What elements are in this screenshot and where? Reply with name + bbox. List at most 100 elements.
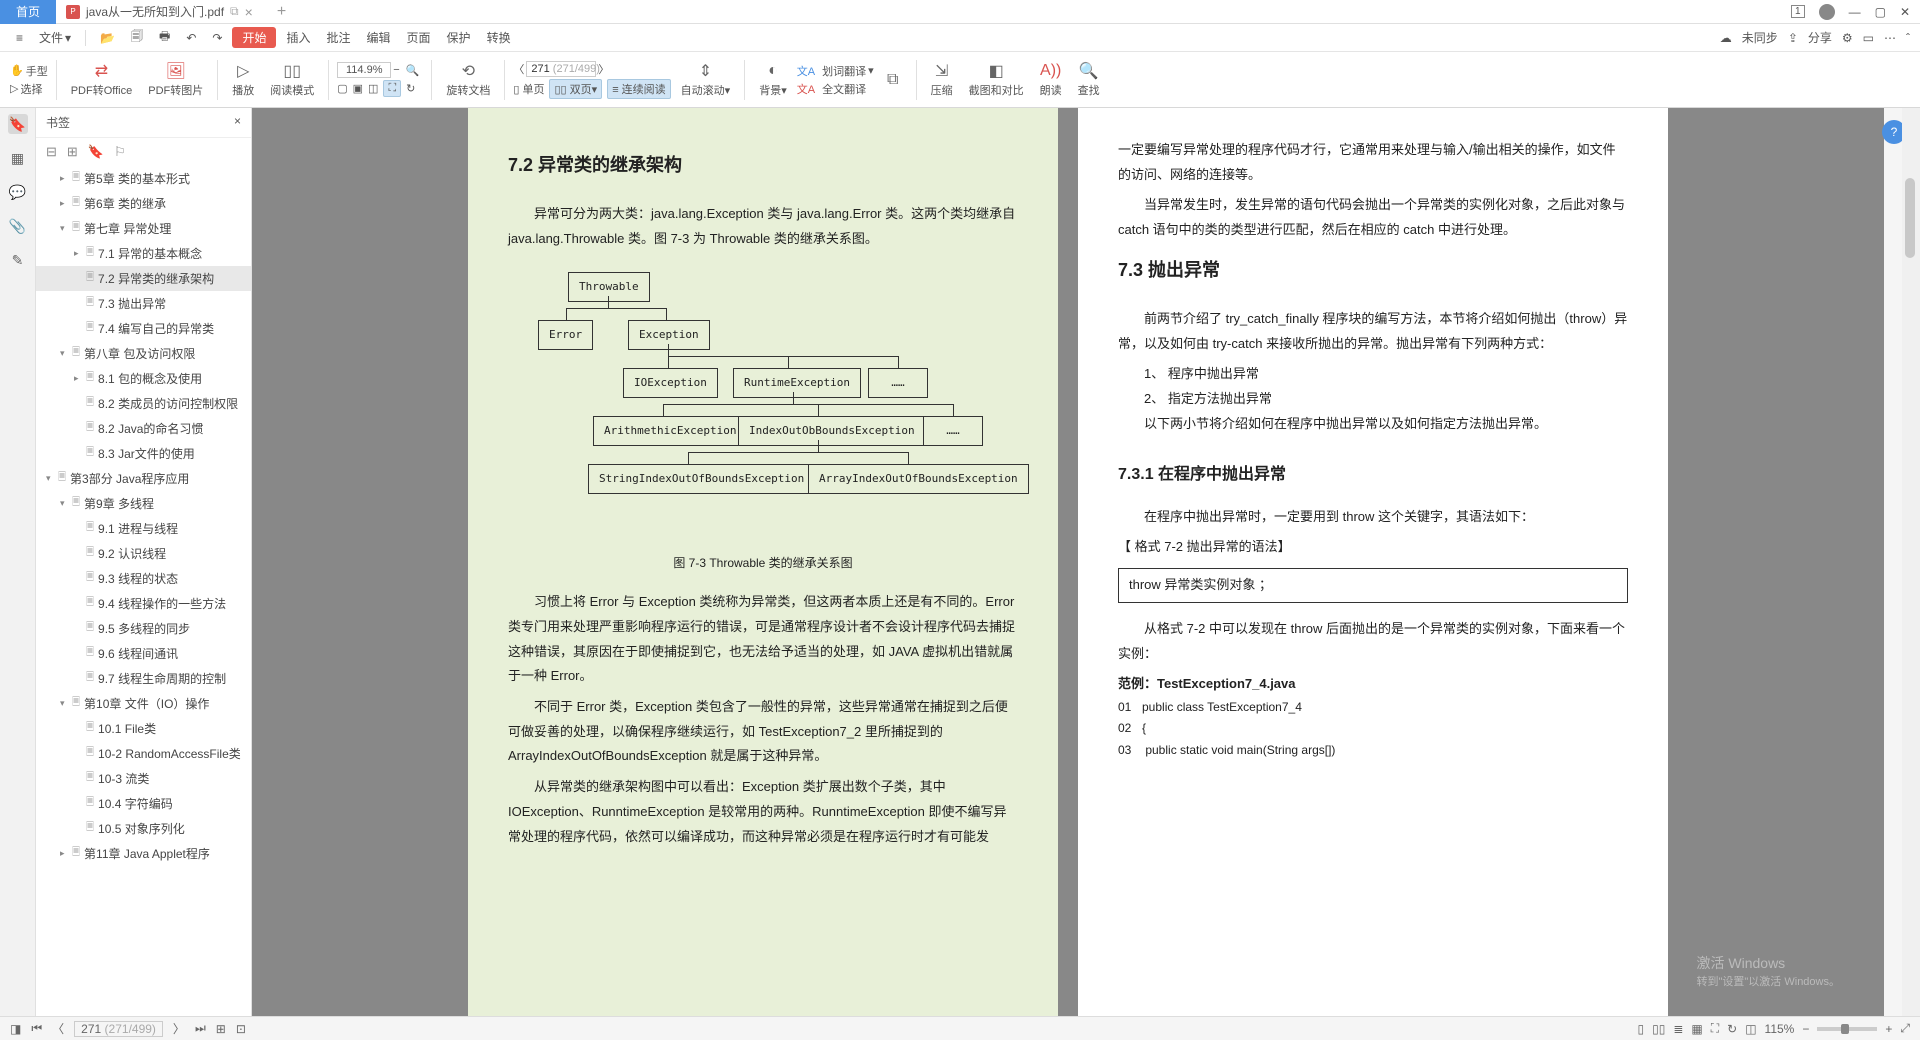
- menu-protect[interactable]: 保护: [441, 27, 477, 48]
- add-tab-icon[interactable]: +: [277, 3, 286, 21]
- thumbnail-panel-icon[interactable]: ▦: [8, 148, 28, 168]
- close-tab-icon[interactable]: ×: [245, 4, 253, 20]
- close-window-icon[interactable]: ✕: [1900, 5, 1910, 19]
- zoom-out-icon[interactable]: −: [393, 64, 399, 76]
- bookmark-item[interactable]: ▸🗏7.1 异常的基本概念: [36, 241, 251, 266]
- compress[interactable]: ⇲压缩: [925, 56, 959, 104]
- bookmark-item[interactable]: ▾🗏第八章 包及访问权限: [36, 341, 251, 366]
- collapse-all-icon[interactable]: ⊟: [46, 144, 57, 160]
- bookmark-item[interactable]: 🗏9.7 线程生命周期的控制: [36, 666, 251, 691]
- extract[interactable]: ⧉: [878, 56, 908, 104]
- fit-icon[interactable]: ⛶: [1711, 1021, 1719, 1036]
- double-view-icon[interactable]: ▯▯: [1652, 1022, 1665, 1036]
- print-icon[interactable]: 🖶: [153, 25, 176, 50]
- marquee-zoom-icon[interactable]: ⛶: [383, 80, 401, 97]
- prev-page-status-icon[interactable]: 〈: [52, 1020, 64, 1037]
- select-tool[interactable]: ▷选择: [10, 81, 48, 97]
- zoom-input[interactable]: 114.9%: [337, 62, 391, 78]
- first-page-icon[interactable]: ⏮: [31, 1021, 42, 1036]
- bookmark-item[interactable]: 🗏7.4 编写自己的异常类: [36, 316, 251, 341]
- double-page[interactable]: ▯▯ 双页▾: [549, 79, 602, 99]
- bookmark-item[interactable]: ▾🗏第3部分 Java程序应用: [36, 466, 251, 491]
- comment-panel-icon[interactable]: 💬: [8, 182, 28, 202]
- zoom-in-icon[interactable]: 🔍: [406, 64, 420, 77]
- pdf-to-image[interactable]: 🖼PDF转图片: [142, 56, 209, 104]
- continuous-view-icon[interactable]: ≣: [1673, 1022, 1683, 1036]
- bookmark-settings-icon[interactable]: ⚐: [114, 144, 126, 160]
- sync-label[interactable]: 未同步: [1742, 29, 1778, 46]
- close-panel-icon[interactable]: ×: [234, 114, 241, 131]
- continuous-read[interactable]: ≡ 连续阅读: [607, 79, 670, 99]
- expand-all-icon[interactable]: ⊞: [67, 144, 78, 160]
- menu-convert[interactable]: 转换: [481, 27, 517, 48]
- menu-edit[interactable]: 编辑: [361, 27, 397, 48]
- bookmark-item[interactable]: 🗏9.1 进程与线程: [36, 516, 251, 541]
- zoom-out-status-icon[interactable]: −: [1802, 1022, 1809, 1036]
- bookmark-item[interactable]: ▸🗏第6章 类的继承: [36, 191, 251, 216]
- single-page[interactable]: ▯ 单页: [513, 81, 544, 97]
- fit-page-icon[interactable]: ▣: [353, 82, 363, 95]
- pdf-to-office[interactable]: ⇄PDF转Office: [65, 56, 139, 104]
- word-translate[interactable]: 文A 划词翻译▾: [797, 63, 874, 79]
- rotate-doc[interactable]: ⟲旋转文档: [440, 56, 496, 104]
- document-tab[interactable]: P java从一无所知到入门.pdf ⧉ ×: [56, 3, 263, 20]
- bookmark-item[interactable]: 🗏8.2 Java的命名习惯: [36, 416, 251, 441]
- bookmark-item[interactable]: 🗏10.5 对象序列化: [36, 816, 251, 841]
- restore-tab-icon[interactable]: ⧉: [230, 4, 239, 19]
- single-view-icon[interactable]: ▯: [1638, 1022, 1645, 1036]
- bookmark-item[interactable]: 🗏9.3 线程的状态: [36, 566, 251, 591]
- view-mode-a-icon[interactable]: ⊞: [216, 1022, 226, 1036]
- bookmark-item[interactable]: 🗏10.1 File类: [36, 716, 251, 741]
- auto-scroll[interactable]: ⇕自动滚动▾: [675, 56, 737, 104]
- rotate-view-icon[interactable]: ↻: [406, 82, 415, 95]
- bookmark-item[interactable]: 🗏9.6 线程间通讯: [36, 641, 251, 666]
- zoom-slider[interactable]: [1817, 1027, 1877, 1031]
- bookmark-item[interactable]: 🗏10-3 流类: [36, 766, 251, 791]
- actual-size-icon[interactable]: ◫: [368, 82, 378, 95]
- page-status[interactable]: 271 (271/499): [74, 1021, 163, 1037]
- bookmark-item[interactable]: ▸🗏第11章 Java Applet程序: [36, 841, 251, 866]
- compare[interactable]: ◧截图和对比: [963, 56, 1030, 104]
- menu-page[interactable]: 页面: [401, 27, 437, 48]
- fullscreen-icon[interactable]: ⤢: [1900, 1021, 1910, 1036]
- more-icon[interactable]: ⋯: [1884, 31, 1896, 45]
- zoom-status[interactable]: 115%: [1765, 1022, 1795, 1036]
- signature-panel-icon[interactable]: ✎: [8, 250, 28, 270]
- menu-file[interactable]: 文件 ▾: [33, 27, 77, 48]
- full-translate[interactable]: 文A 全文翻译: [797, 81, 874, 97]
- bookmark-item[interactable]: 🗏9.2 认识线程: [36, 541, 251, 566]
- hand-tool[interactable]: ✋手型: [10, 63, 48, 79]
- attachment-panel-icon[interactable]: 📎: [8, 216, 28, 236]
- open-icon[interactable]: 📂: [94, 29, 121, 47]
- collapse-ribbon-icon[interactable]: ˆ: [1906, 31, 1910, 45]
- bookmark-item[interactable]: 🗏9.5 多线程的同步: [36, 616, 251, 641]
- bookmark-item[interactable]: ▾🗏第10章 文件（IO）操作: [36, 691, 251, 716]
- bookmark-item[interactable]: ▾🗏第七章 异常处理: [36, 216, 251, 241]
- share-label[interactable]: 分享: [1808, 29, 1832, 46]
- window-number-icon[interactable]: 1: [1791, 5, 1805, 18]
- read-aloud[interactable]: A))朗读: [1034, 56, 1068, 104]
- next-page-status-icon[interactable]: 〉: [173, 1020, 185, 1037]
- bookmark-item[interactable]: 🗏10.4 字符编码: [36, 791, 251, 816]
- rotate-status-icon[interactable]: ↻: [1727, 1022, 1737, 1036]
- share-icon[interactable]: ⇪: [1788, 31, 1798, 45]
- vertical-scrollbar[interactable]: [1902, 108, 1920, 1016]
- bookmark-item[interactable]: 🗏8.3 Jar文件的使用: [36, 441, 251, 466]
- menu-insert[interactable]: 插入: [280, 27, 316, 48]
- maximize-icon[interactable]: ▢: [1875, 5, 1886, 19]
- zoom-in-status-icon[interactable]: +: [1885, 1022, 1892, 1036]
- toggle-side-icon[interactable]: ◨: [10, 1022, 21, 1036]
- bookmark-item[interactable]: ▸🗏8.1 包的概念及使用: [36, 366, 251, 391]
- scroll-thumb[interactable]: [1905, 178, 1915, 258]
- bookmark-item[interactable]: 🗏7.2 异常类的继承架构: [36, 266, 251, 291]
- bookmark-panel-icon[interactable]: 🔖: [8, 114, 28, 134]
- grid-view-icon[interactable]: ▦: [1691, 1022, 1702, 1036]
- redo-icon[interactable]: ↷: [206, 29, 228, 47]
- add-bookmark-icon[interactable]: 🔖: [88, 144, 104, 160]
- home-tab[interactable]: 首页: [0, 0, 56, 24]
- play-button[interactable]: ▷播放: [226, 56, 260, 104]
- document-viewport[interactable]: 7.2 异常类的继承架构 异常可分为两大类：java.lang.Exceptio…: [252, 108, 1884, 1016]
- last-page-icon[interactable]: ⏭: [195, 1021, 206, 1036]
- read-mode[interactable]: ▯▯阅读模式: [264, 56, 320, 104]
- save-icon[interactable]: 🗐: [125, 25, 149, 50]
